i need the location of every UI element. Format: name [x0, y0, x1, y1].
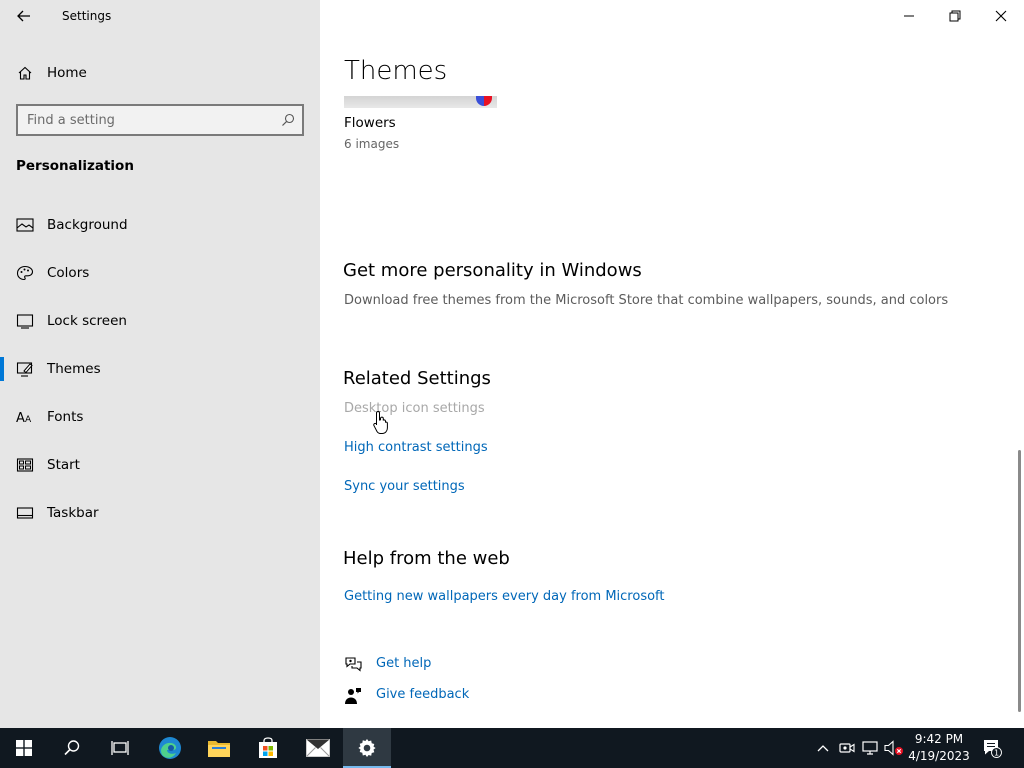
chevron-up-icon — [817, 745, 829, 752]
start-grid-icon — [16, 458, 34, 472]
settings-gear-icon — [358, 739, 376, 757]
action-center-button[interactable]: 1 — [982, 738, 1002, 758]
sidebar-item-label: Colors — [47, 265, 90, 281]
sidebar-item-label: Start — [47, 457, 80, 473]
sidebar-item-start[interactable]: Start — [0, 447, 320, 483]
sidebar-item-label: Fonts — [47, 409, 84, 425]
edge-icon — [159, 737, 181, 759]
network-button[interactable] — [860, 738, 880, 758]
sidebar-item-colors[interactable]: Colors — [0, 255, 320, 291]
task-view-icon — [111, 741, 129, 755]
meet-now-button[interactable] — [837, 738, 857, 758]
clock-date: 4/19/2023 — [908, 749, 970, 763]
desktop-icon-settings-link[interactable]: Desktop icon settings — [344, 401, 485, 416]
palette-icon — [16, 265, 34, 281]
feedback-person-icon — [345, 688, 361, 704]
search-input[interactable] — [27, 111, 267, 129]
theme-image-count: 6 images — [344, 137, 400, 151]
file-explorer-taskbar-button[interactable] — [195, 728, 243, 768]
back-arrow-icon — [17, 10, 30, 22]
taskbar-clock[interactable]: 9:42 PM 4/19/2023 — [908, 731, 970, 765]
home-label: Home — [47, 65, 87, 81]
main-content: Themes Flowers 6 images Get more persona… — [320, 0, 1024, 728]
app-title: Settings — [62, 9, 112, 23]
scrollbar[interactable] — [1018, 450, 1021, 712]
file-explorer-icon — [208, 741, 230, 757]
search-box[interactable] — [16, 104, 304, 136]
wallpapers-help-link[interactable]: Getting new wallpapers every day from Mi… — [344, 589, 665, 604]
mail-taskbar-button[interactable] — [294, 728, 342, 768]
edge-taskbar-button[interactable] — [146, 728, 194, 768]
start-button[interactable] — [0, 728, 48, 768]
mail-icon — [306, 739, 330, 757]
sidebar-home[interactable]: Home — [0, 58, 320, 88]
store-taskbar-button[interactable] — [244, 728, 292, 768]
network-icon — [862, 741, 878, 755]
svg-text:A: A — [16, 411, 25, 425]
hand-cursor-icon — [373, 410, 388, 434]
titlebar-left: Settings — [0, 0, 320, 32]
sidebar-item-taskbar[interactable]: Taskbar — [0, 495, 320, 531]
sidebar-item-lock-screen[interactable]: Lock screen — [0, 303, 320, 339]
taskbar-icon — [16, 507, 34, 519]
sidebar-item-label: Lock screen — [47, 313, 127, 329]
taskbar-search-button[interactable] — [48, 728, 96, 768]
search-icon — [64, 740, 80, 756]
volume-muted-icon — [884, 740, 903, 756]
sidebar-item-themes[interactable]: Themes — [0, 351, 320, 387]
sidebar-item-label: Taskbar — [47, 505, 99, 521]
notification-icon: 1 — [984, 740, 1002, 758]
sidebar-item-background[interactable]: Background — [0, 207, 320, 243]
sync-settings-link[interactable]: Sync your settings — [344, 479, 465, 494]
section-title: Personalization — [16, 158, 134, 174]
theme-name: Flowers — [344, 115, 396, 131]
picture-icon — [16, 218, 34, 232]
brush-icon — [16, 362, 33, 377]
help-heading: Help from the web — [343, 548, 510, 569]
volume-button[interactable] — [884, 738, 904, 758]
lock-screen-icon — [16, 314, 34, 329]
give-feedback-link[interactable]: Give feedback — [376, 687, 469, 702]
taskbar: 9:42 PM 4/19/2023 1 — [0, 728, 1024, 768]
video-camera-icon — [839, 743, 855, 753]
search-icon[interactable] — [280, 112, 296, 128]
home-icon — [18, 66, 32, 80]
settings-taskbar-button[interactable] — [343, 728, 391, 768]
windows-start-icon — [16, 740, 32, 756]
font-icon: AA — [16, 411, 32, 425]
show-hidden-icons-button[interactable] — [813, 738, 833, 758]
back-button[interactable] — [10, 4, 38, 28]
personality-heading: Get more personality in Windows — [343, 260, 642, 281]
get-help-icon — [345, 657, 362, 672]
get-help-link[interactable]: Get help — [376, 656, 431, 671]
active-indicator — [0, 357, 4, 381]
sidebar-item-fonts[interactable]: AA Fonts — [0, 399, 320, 435]
page-title: Themes — [344, 56, 448, 86]
store-icon — [259, 737, 277, 758]
related-settings-heading: Related Settings — [343, 368, 491, 389]
personality-description: Download free themes from the Microsoft … — [344, 293, 949, 308]
theme-thumbnail[interactable] — [344, 96, 497, 108]
svg-text:A: A — [25, 415, 32, 425]
high-contrast-settings-link[interactable]: High contrast settings — [344, 440, 488, 455]
notification-count: 1 — [994, 749, 999, 758]
clock-time: 9:42 PM — [914, 732, 964, 746]
sidebar-item-label: Themes — [47, 361, 101, 377]
task-view-button[interactable] — [96, 728, 144, 768]
sidebar: Settings Home Personalization Background… — [0, 0, 320, 728]
sidebar-item-label: Background — [47, 217, 128, 233]
